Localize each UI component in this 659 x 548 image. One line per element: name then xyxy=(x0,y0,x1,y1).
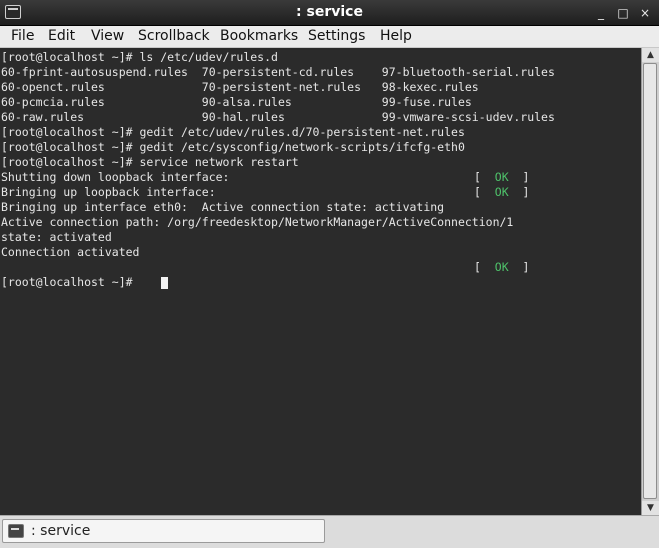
status-ok-marker: [ OK ] xyxy=(474,185,529,200)
terminal-line: state: activated xyxy=(1,230,112,244)
menu-edit[interactable]: Edit xyxy=(48,28,75,44)
terminal-line: 60-openct.rules 70-persistent-net.rules … xyxy=(1,80,479,94)
menu-help[interactable]: Help xyxy=(380,28,412,44)
status-bracket-open: [ xyxy=(474,170,495,184)
status-bracket-open: [ xyxy=(474,185,495,199)
maximize-icon[interactable]: □ xyxy=(616,6,630,20)
vertical-scrollbar[interactable]: ▲ ▼ xyxy=(641,48,659,515)
scroll-down-icon[interactable]: ▼ xyxy=(642,501,659,515)
terminal-taskbar-icon xyxy=(8,524,24,538)
status-bracket-close: ] xyxy=(508,260,530,274)
menu-scrollback[interactable]: Scrollback xyxy=(138,28,210,44)
terminal-output[interactable]: [root@localhost ~]# ls /etc/udev/rules.d… xyxy=(0,48,641,515)
menu-view[interactable]: View xyxy=(91,28,124,44)
status-ok-marker: [ OK ] xyxy=(474,260,529,275)
menu-bookmarks[interactable]: Bookmarks xyxy=(220,28,298,44)
terminal-line: Bringing up loopback interface: xyxy=(1,185,216,199)
status-bracket-open: [ xyxy=(474,260,495,274)
status-ok-marker: [ OK ] xyxy=(474,170,529,185)
terminal-line: [root@localhost ~]# gedit /etc/udev/rule… xyxy=(1,125,465,139)
status-bracket-close: ] xyxy=(508,170,530,184)
scrollbar-thumb[interactable] xyxy=(643,63,657,499)
scroll-up-icon[interactable]: ▲ xyxy=(642,48,659,62)
menu-settings[interactable]: Settings xyxy=(308,28,365,44)
terminal-line: Active connection path: /org/freedesktop… xyxy=(1,215,514,229)
terminal-line: [root@localhost ~]# gedit /etc/sysconfig… xyxy=(1,140,465,154)
status-ok-text: OK xyxy=(494,260,509,274)
terminal-line: Shutting down loopback interface: xyxy=(1,170,230,184)
taskbar-window-button[interactable]: : service xyxy=(2,519,325,543)
window-titlebar[interactable]: : service _ □ × xyxy=(0,0,659,26)
status-ok-text: OK xyxy=(494,170,509,184)
terminal-line: 60-raw.rules 90-hal.rules 99-vmware-scsi… xyxy=(1,110,555,124)
window-title: : service xyxy=(296,4,363,20)
taskbar-window-label: : service xyxy=(31,523,91,539)
status-ok-text: OK xyxy=(494,185,509,199)
minimize-icon[interactable]: _ xyxy=(594,6,608,20)
text-cursor xyxy=(161,277,168,289)
menu-file[interactable]: File xyxy=(11,28,34,44)
terminal-line: 60-pcmcia.rules 90-alsa.rules 99-fuse.ru… xyxy=(1,95,472,109)
terminal-line: [root@localhost ~]# ls /etc/udev/rules.d xyxy=(1,50,278,64)
terminal-line: 60-fprint-autosuspend.rules 70-persisten… xyxy=(1,65,555,79)
menubar: File Edit View Scrollback Bookmarks Sett… xyxy=(0,26,659,48)
status-bracket-close: ] xyxy=(508,185,530,199)
close-icon[interactable]: × xyxy=(638,6,652,20)
terminal-line: Connection activated xyxy=(1,245,140,259)
terminal-line: Bringing up interface eth0: Active conne… xyxy=(1,200,445,214)
terminal-line: [root@localhost ~]# service network rest… xyxy=(1,155,299,169)
taskbar: : service xyxy=(0,515,659,548)
terminal-prompt-line: [root@localhost ~]# xyxy=(1,275,140,289)
